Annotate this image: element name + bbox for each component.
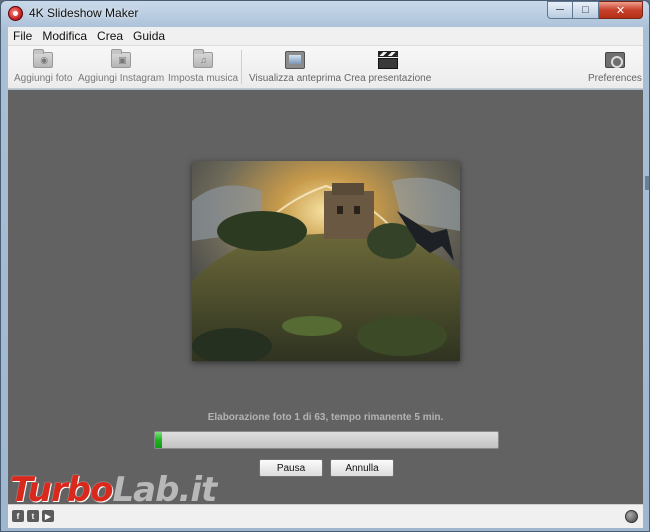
set-music-button[interactable]: ♫ Imposta musica [168, 49, 238, 84]
add-photo-label: Aggiungi foto [14, 73, 73, 84]
clapperboard-icon [377, 49, 399, 71]
preferences-button[interactable]: Preferences [588, 49, 642, 84]
preview-icon [284, 49, 306, 71]
create-slideshow-button[interactable]: Crea presentazione [344, 49, 431, 84]
menu-modifica[interactable]: Modifica [37, 29, 92, 43]
add-instagram-label: Aggiungi Instagram [78, 73, 165, 84]
title-bar[interactable]: 4K Slideshow Maker ─ □ ✕ [1, 1, 649, 27]
main-canvas: Elaborazione foto 1 di 63, tempo rimanen… [8, 90, 643, 504]
facebook-icon[interactable]: f [12, 510, 24, 522]
photo-folder-icon: ◉ [32, 49, 54, 71]
pause-button[interactable]: Pausa [259, 459, 323, 477]
preview-label: Visualizza anteprima [249, 73, 342, 84]
toolbar: ◉ Aggiungi foto ▣ Aggiungi Instagram ♫ I… [8, 46, 643, 89]
youtube-icon[interactable]: ▶ [42, 510, 54, 522]
slideshow-photo-preview [192, 161, 460, 361]
menu-crea[interactable]: Crea [92, 29, 128, 43]
progress-fill [155, 432, 162, 448]
preview-button[interactable]: Visualizza anteprima [249, 49, 341, 84]
music-folder-icon: ♫ [192, 49, 214, 71]
minimize-button[interactable]: ─ [547, 1, 573, 19]
set-music-label: Imposta musica [168, 73, 239, 84]
twitter-icon[interactable]: t [27, 510, 39, 522]
window-title: 4K Slideshow Maker [29, 6, 139, 20]
window-edge-marker [645, 176, 649, 190]
cancel-button[interactable]: Annulla [330, 459, 394, 477]
processing-progress-bar [154, 431, 499, 449]
menu-file[interactable]: File [8, 29, 37, 43]
preferences-icon [604, 49, 626, 71]
processing-status-text: Elaborazione foto 1 di 63, tempo rimanen… [207, 412, 444, 423]
maximize-button[interactable]: □ [573, 1, 599, 19]
photo-image [192, 161, 460, 361]
add-photo-button[interactable]: ◉ Aggiungi foto [14, 49, 72, 84]
create-slideshow-label: Crea presentazione [344, 73, 432, 84]
preferences-label: Preferences [588, 73, 642, 84]
menu-bar: File Modifica Crea Guida [8, 27, 643, 46]
bottom-bar: f t ▶ [8, 504, 643, 528]
app-logo-icon[interactable] [8, 6, 23, 21]
app-window: 4K Slideshow Maker ─ □ ✕ File Modifica C… [0, 0, 650, 532]
toolbar-separator [241, 50, 242, 84]
window-controls: ─ □ ✕ [547, 1, 643, 21]
instagram-folder-icon: ▣ [110, 49, 132, 71]
close-button[interactable]: ✕ [599, 1, 643, 19]
add-instagram-button[interactable]: ▣ Aggiungi Instagram [78, 49, 164, 84]
menu-guida[interactable]: Guida [128, 29, 170, 43]
globe-icon[interactable] [625, 510, 638, 523]
